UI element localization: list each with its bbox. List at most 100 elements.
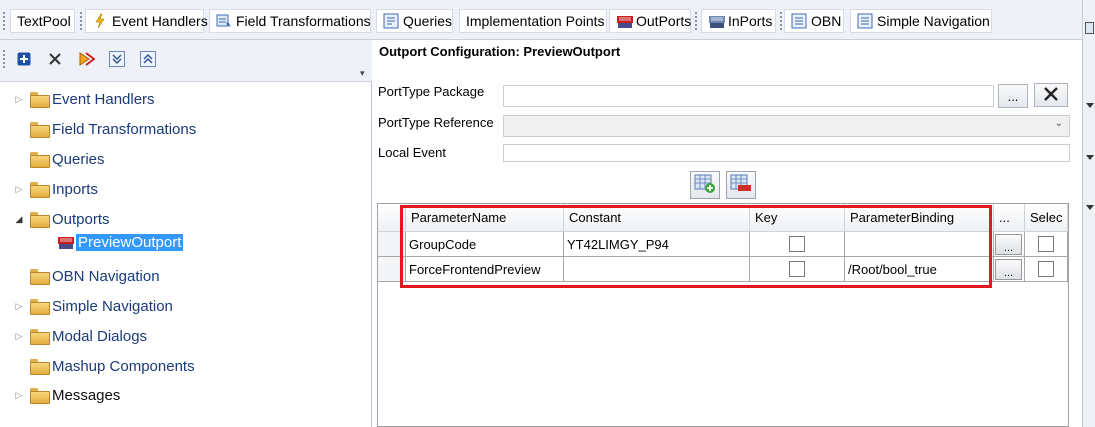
tree-item-label: Event Handlers [52,90,155,108]
tree-item-simple-navigation[interactable]: ▷ Simple Navigation [14,295,173,317]
browse-button[interactable]: ... [998,84,1028,108]
outport-icon [616,13,633,29]
expand-arrow-icon[interactable]: ▷ [14,184,24,195]
outport-icon [57,234,75,250]
delete-button[interactable] [44,49,66,71]
column-header-constant[interactable]: Constant [564,204,750,232]
document-tab-bar: TextPool Event Handlers Field Transforma… [0,0,1082,40]
expand-arrow-icon[interactable]: ▷ [14,331,24,342]
outline-panel: ▾ ▷ Event Handlers Field Transformations… [0,40,372,427]
expand-all-icon [109,50,125,70]
close-icon [1043,86,1059,105]
folder-open-icon [30,212,50,228]
row-header[interactable] [378,232,406,257]
tree-item-obn-navigation[interactable]: OBN Navigation [14,265,160,287]
column-header-parametername[interactable]: ParameterName [406,204,564,232]
tab-label: Implementation Points [466,13,605,29]
tree-item-modal-dialogs[interactable]: ▷ Modal Dialogs [14,325,147,347]
porttype-reference-dropdown[interactable]: ⌄ [503,115,1070,137]
cell-browse: ... [994,232,1025,257]
tree-item-label: Messages [52,386,121,404]
select-checkbox[interactable] [1038,236,1054,252]
folder-icon [30,92,50,108]
transform-icon [216,13,232,29]
column-header-select[interactable]: Selec [1025,204,1068,232]
chevron-down-icon[interactable] [1086,155,1094,160]
execute-button[interactable] [75,49,97,71]
toolbar-grip[interactable] [3,50,6,68]
tree-item-field-transformations[interactable]: Field Transformations [14,118,196,140]
tab-textpool[interactable]: TextPool [10,9,75,33]
expand-all-button[interactable] [106,49,128,71]
tree-item-inports[interactable]: ▷ Inports [14,178,98,200]
side-dock-strip[interactable] [1082,0,1095,427]
local-event-field[interactable] [503,144,1070,162]
tab-label: Simple Navigation [877,13,990,29]
tree-item-label: PreviewOutport [76,233,184,251]
tab-simple-navigation[interactable]: Simple Navigation [850,9,992,33]
folder-icon [30,299,50,315]
folder-icon [30,388,50,404]
run-icon [77,51,96,70]
folder-icon [30,359,50,375]
key-checkbox[interactable] [789,236,805,252]
cell-constant[interactable] [564,257,750,282]
cell-parameter-binding[interactable] [845,232,994,257]
column-header-key[interactable]: Key [750,204,845,232]
tree-item-preview-outport[interactable]: PreviewOutport [57,231,184,253]
clear-button[interactable] [1034,83,1068,107]
tree-item-messages[interactable]: ▷ Messages [14,384,120,406]
column-header-parameterbinding[interactable]: ParameterBinding [845,204,994,232]
tab-implementation-points[interactable]: Implementation Points [459,9,607,33]
tree-item-label: Field Transformations [52,120,197,138]
tree-item-event-handlers[interactable]: ▷ Event Handlers [14,88,155,110]
cell-parameter-name[interactable]: GroupCode [406,232,564,257]
browse-binding-button[interactable]: ... [995,233,1022,255]
add-row-button[interactable] [690,171,720,199]
tab-field-transformations[interactable]: Field Transformations [209,9,371,33]
expand-arrow-icon[interactable]: ▷ [14,390,24,401]
dock-menu-icon[interactable] [1085,22,1094,34]
folder-icon [30,122,50,138]
cell-parameter-binding[interactable]: /Root/bool_true [845,257,994,282]
tab-event-handlers[interactable]: Event Handlers [85,9,208,33]
tree-item-queries[interactable]: Queries [14,148,105,170]
tab-queries[interactable]: Queries [376,9,453,33]
tab-label: Field Transformations [236,13,371,29]
cell-parameter-name[interactable]: ForceFrontendPreview [406,257,564,282]
chevron-down-icon[interactable] [1086,103,1094,108]
expand-arrow-icon[interactable]: ▷ [14,94,24,105]
tree-item-label: Mashup Components [52,357,195,375]
row-header[interactable] [378,257,406,282]
remove-row-button[interactable] [726,171,756,199]
tab-separator [780,12,783,30]
tab-bar-grip[interactable] [3,12,6,30]
parameters-grid: ParameterName Constant Key ParameterBind… [377,203,1069,427]
collapse-all-button[interactable] [137,49,159,71]
toolbar-overflow-icon[interactable]: ▾ [360,68,365,79]
tab-obn[interactable]: OBN [784,9,844,33]
expand-arrow-icon[interactable]: ▷ [14,301,24,312]
browse-binding-button[interactable]: ... [995,258,1022,280]
tab-label: OBN [811,13,842,29]
chevron-down-icon[interactable] [1086,205,1094,210]
add-icon [17,52,31,69]
close-icon [48,52,62,69]
add-button[interactable] [13,49,35,71]
tree-item-mashup-components[interactable]: Mashup Components [14,355,195,377]
porttype-reference-label: PortType Reference [378,115,494,130]
tab-inports[interactable]: InPorts [701,9,776,33]
key-checkbox[interactable] [789,261,805,277]
tab-label: OutPorts [636,13,692,29]
folder-icon [30,269,50,285]
cell-constant[interactable]: YT42LIMGY_P94 [564,232,750,257]
porttype-package-field[interactable] [503,85,994,107]
tab-outports[interactable]: OutPorts [609,9,691,33]
tree-item-outports[interactable]: ◢ Outports [14,208,110,230]
folder-icon [30,152,50,168]
collapse-all-icon [140,50,156,70]
obn-icon [791,13,807,29]
column-header-browse[interactable]: ... [994,204,1025,232]
select-checkbox[interactable] [1038,261,1054,277]
collapse-arrow-icon[interactable]: ◢ [14,214,24,225]
